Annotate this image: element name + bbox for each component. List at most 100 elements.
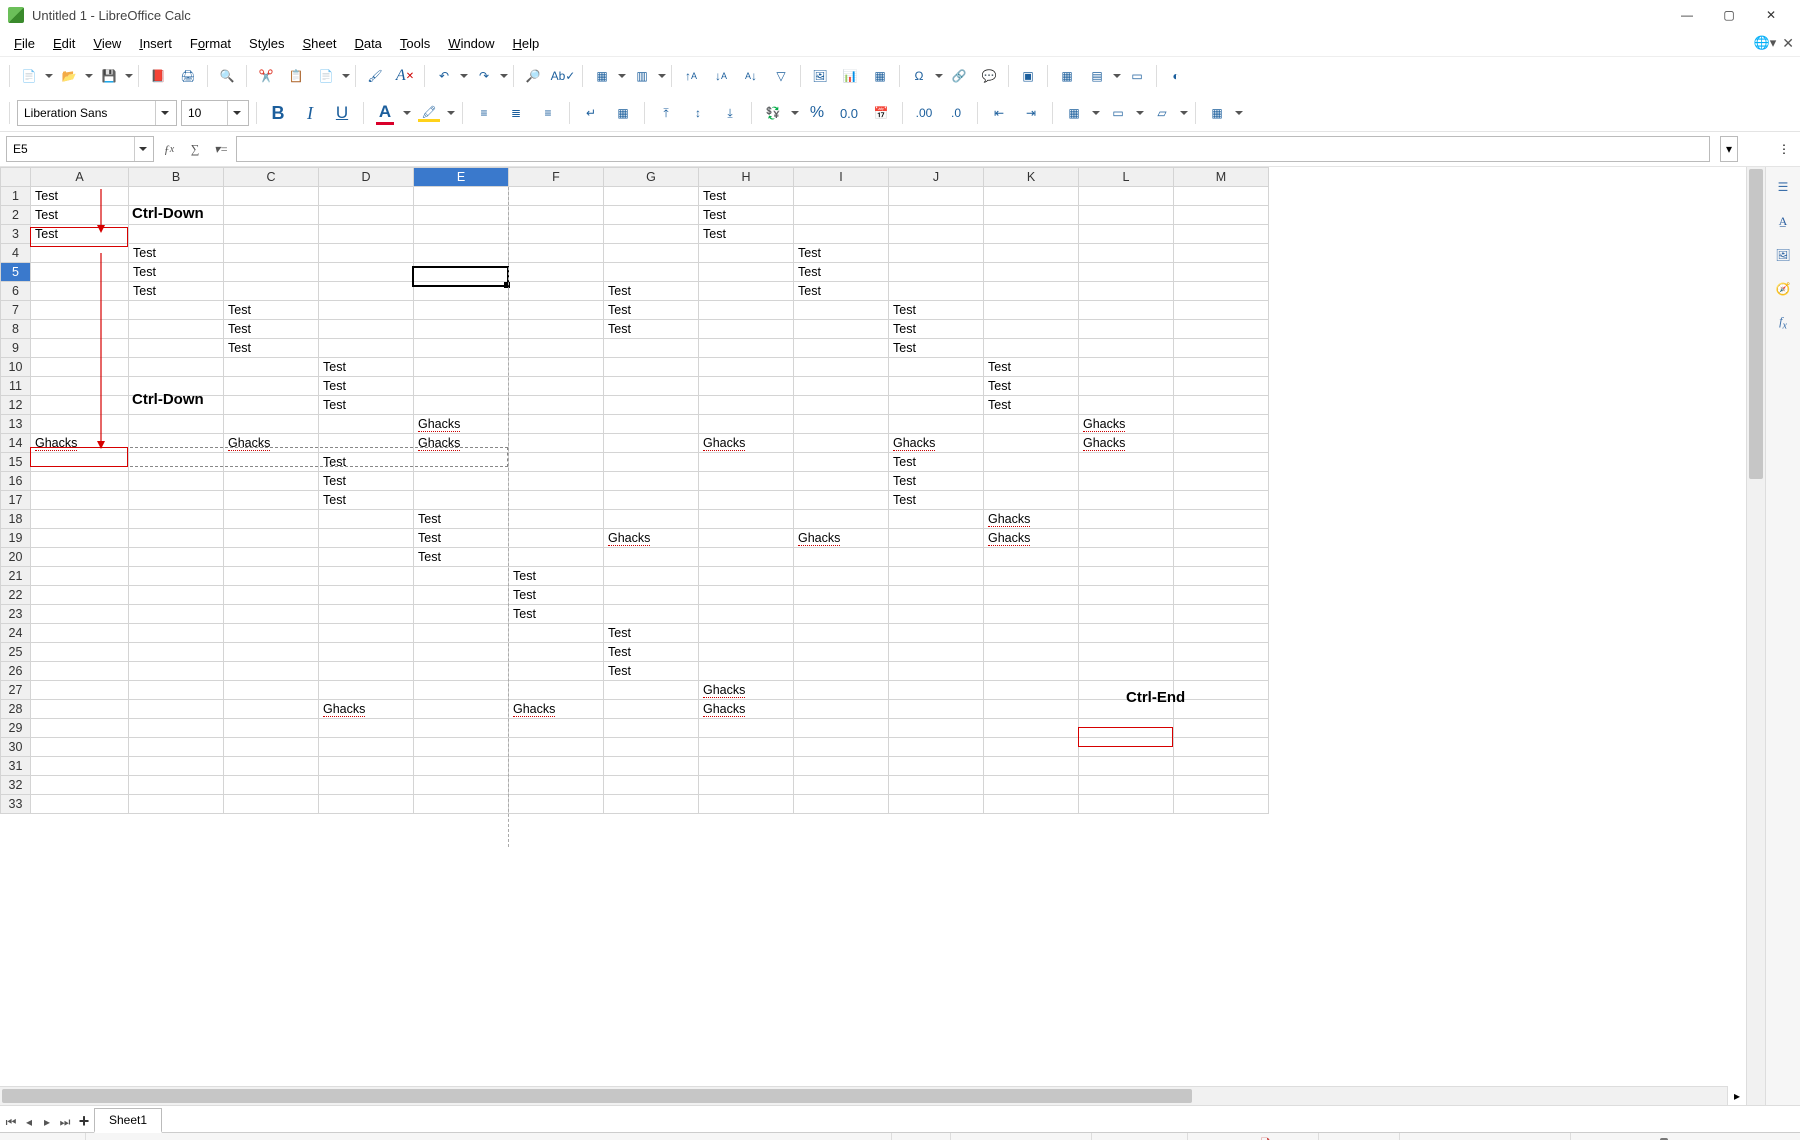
- cell-G19[interactable]: Ghacks: [604, 529, 699, 548]
- cell-G17[interactable]: [604, 491, 699, 510]
- cell-E8[interactable]: [414, 320, 509, 339]
- cell-D1[interactable]: [319, 187, 414, 206]
- maximize-button[interactable]: ▢: [1708, 1, 1750, 29]
- row-header-28[interactable]: 28: [1, 700, 31, 719]
- cell-E17[interactable]: [414, 491, 509, 510]
- headers-button[interactable]: ▣: [1014, 62, 1042, 90]
- cell-B32[interactable]: [129, 776, 224, 795]
- cell-D22[interactable]: [319, 586, 414, 605]
- cell-J13[interactable]: [889, 415, 984, 434]
- cell-H2[interactable]: Test: [699, 206, 794, 225]
- cell-F20[interactable]: [509, 548, 604, 567]
- sort-desc-button[interactable]: ↓A: [707, 62, 735, 90]
- row-header-12[interactable]: 12: [1, 396, 31, 415]
- cell-I7[interactable]: [794, 301, 889, 320]
- cell-A13[interactable]: [31, 415, 129, 434]
- cell-J29[interactable]: [889, 719, 984, 738]
- cell-I17[interactable]: [794, 491, 889, 510]
- cell-F15[interactable]: [509, 453, 604, 472]
- cell-M31[interactable]: [1174, 757, 1269, 776]
- row-header-24[interactable]: 24: [1, 624, 31, 643]
- minimize-button[interactable]: —: [1666, 1, 1708, 29]
- cell-H12[interactable]: [699, 396, 794, 415]
- cell-D3[interactable]: [319, 225, 414, 244]
- cell-M9[interactable]: [1174, 339, 1269, 358]
- row-header-19[interactable]: 19: [1, 529, 31, 548]
- cell-C1[interactable]: [224, 187, 319, 206]
- window-button[interactable]: ▭: [1123, 62, 1151, 90]
- cell-I6[interactable]: Test: [794, 282, 889, 301]
- cell-C3[interactable]: [224, 225, 319, 244]
- cell-M2[interactable]: [1174, 206, 1269, 225]
- cell-C23[interactable]: [224, 605, 319, 624]
- cell-E14[interactable]: Ghacks: [414, 434, 509, 453]
- cell-E22[interactable]: [414, 586, 509, 605]
- indent-inc-button[interactable]: ⇥: [1017, 99, 1045, 127]
- cell-J30[interactable]: [889, 738, 984, 757]
- spellcheck-button[interactable]: Ab✓: [549, 62, 577, 90]
- cell-E11[interactable]: [414, 377, 509, 396]
- cell-M4[interactable]: [1174, 244, 1269, 263]
- cell-C13[interactable]: [224, 415, 319, 434]
- cell-F13[interactable]: [509, 415, 604, 434]
- cell-F25[interactable]: [509, 643, 604, 662]
- cell-G27[interactable]: [604, 681, 699, 700]
- cell-K6[interactable]: [984, 282, 1079, 301]
- sidebar-functions-icon[interactable]: fx: [1771, 311, 1795, 335]
- sheet-tab-sheet1[interactable]: Sheet1: [94, 1108, 162, 1133]
- cell-B13[interactable]: [129, 415, 224, 434]
- cell-I16[interactable]: [794, 472, 889, 491]
- col-header-I[interactable]: I: [794, 168, 889, 187]
- cell-E29[interactable]: [414, 719, 509, 738]
- cell-D14[interactable]: [319, 434, 414, 453]
- cell-B25[interactable]: [129, 643, 224, 662]
- cell-I20[interactable]: [794, 548, 889, 567]
- cell-A12[interactable]: [31, 396, 129, 415]
- cell-E24[interactable]: [414, 624, 509, 643]
- cell-D15[interactable]: Test: [319, 453, 414, 472]
- cell-L1[interactable]: [1079, 187, 1174, 206]
- border-style-button[interactable]: ▭: [1104, 99, 1132, 127]
- row-header-16[interactable]: 16: [1, 472, 31, 491]
- cell-M32[interactable]: [1174, 776, 1269, 795]
- menu-format[interactable]: Format: [182, 32, 239, 55]
- cell-A19[interactable]: [31, 529, 129, 548]
- row-header-3[interactable]: 3: [1, 225, 31, 244]
- cell-H3[interactable]: Test: [699, 225, 794, 244]
- row-header-32[interactable]: 32: [1, 776, 31, 795]
- add-sheet-button[interactable]: +: [74, 1110, 94, 1132]
- cell-C30[interactable]: [224, 738, 319, 757]
- tab-last-button[interactable]: ⏭: [56, 1112, 74, 1132]
- cell-G8[interactable]: Test: [604, 320, 699, 339]
- cell-B10[interactable]: [129, 358, 224, 377]
- cell-L21[interactable]: [1079, 567, 1174, 586]
- bold-button[interactable]: B: [264, 99, 292, 127]
- cell-F28[interactable]: Ghacks: [509, 700, 604, 719]
- function-wizard-button[interactable]: ƒx: [158, 138, 180, 160]
- cell-I2[interactable]: [794, 206, 889, 225]
- cell-B2[interactable]: [129, 206, 224, 225]
- cell-J24[interactable]: [889, 624, 984, 643]
- font-name-combo[interactable]: Liberation Sans: [17, 100, 177, 126]
- redo-button[interactable]: ↷: [470, 62, 498, 90]
- row-header-11[interactable]: 11: [1, 377, 31, 396]
- highlight-button[interactable]: 🖍: [415, 99, 443, 127]
- cell-G23[interactable]: [604, 605, 699, 624]
- cell-G22[interactable]: [604, 586, 699, 605]
- cell-L16[interactable]: [1079, 472, 1174, 491]
- cell-F17[interactable]: [509, 491, 604, 510]
- cell-A32[interactable]: [31, 776, 129, 795]
- cell-J1[interactable]: [889, 187, 984, 206]
- cell-K33[interactable]: [984, 795, 1079, 814]
- cell-J2[interactable]: [889, 206, 984, 225]
- cell-A1[interactable]: Test: [31, 187, 129, 206]
- cell-D16[interactable]: Test: [319, 472, 414, 491]
- cell-E9[interactable]: [414, 339, 509, 358]
- print-button[interactable]: 🖨: [174, 62, 202, 90]
- percent-button[interactable]: %: [803, 99, 831, 127]
- cell-M27[interactable]: [1174, 681, 1269, 700]
- cell-E19[interactable]: Test: [414, 529, 509, 548]
- cell-G3[interactable]: [604, 225, 699, 244]
- clone-format-button[interactable]: 🖌: [361, 62, 389, 90]
- cell-A29[interactable]: [31, 719, 129, 738]
